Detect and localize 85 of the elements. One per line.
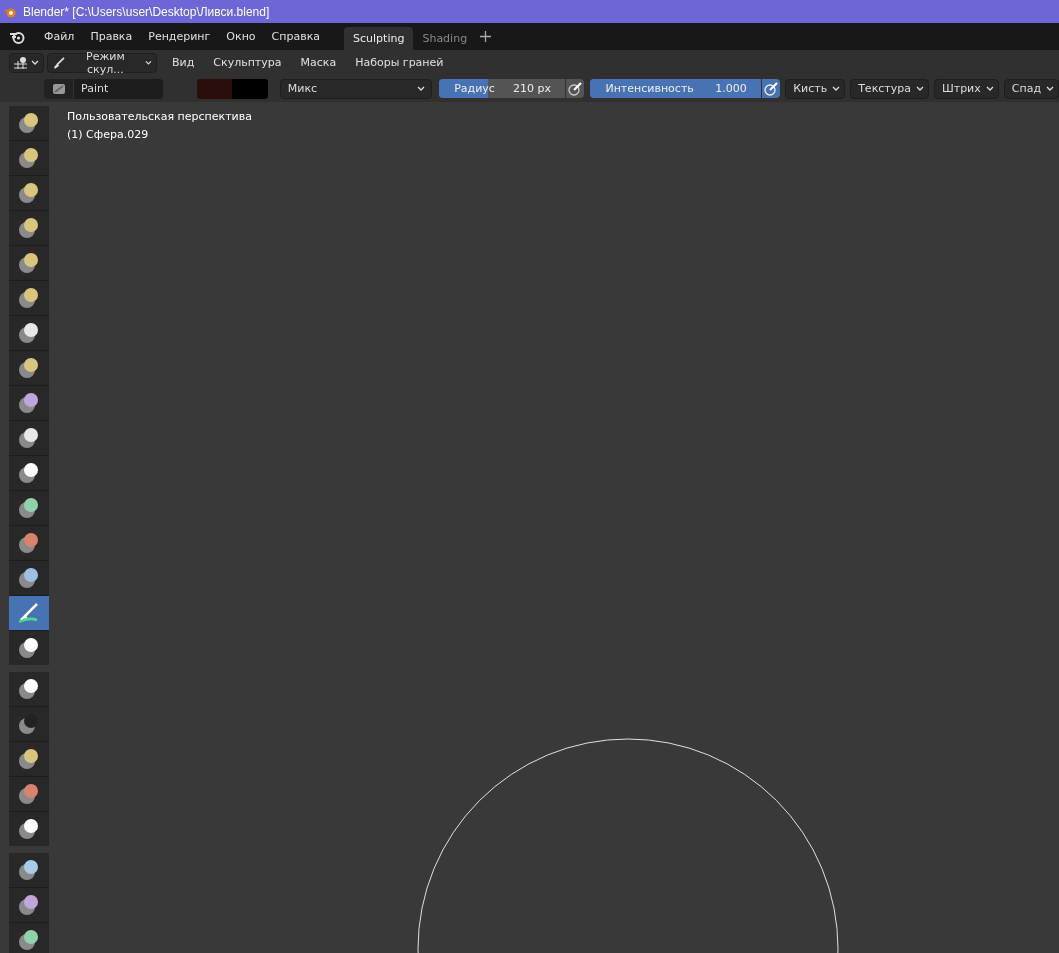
caret-icon: [417, 85, 426, 92]
sculpt-tool-icon: [17, 146, 41, 170]
sculpt-tool-icon: [17, 636, 41, 660]
window-title: Blender* [C:\Users\user\Desktop\Ливси.blend]: [23, 4, 270, 19]
sculpt-tool-icon: [17, 111, 41, 135]
caret-icon: [985, 85, 994, 92]
sculpt-tool-icon: [17, 496, 41, 520]
tool-button[interactable]: [9, 561, 49, 595]
popover-dropdown[interactable]: Кисть: [785, 78, 846, 99]
tool-button[interactable]: [9, 631, 49, 665]
popover-dropdown[interactable]: Текстура: [850, 78, 929, 99]
sculpt-tool-icon: [17, 321, 41, 345]
caret-icon: [145, 59, 152, 66]
sculpt-tool-icon: [17, 782, 41, 806]
sculpt-tool-icon: [17, 858, 41, 882]
sculpt-tool-icon: [17, 601, 41, 625]
strength-slider[interactable]: Интенсивность 1.000: [590, 79, 761, 98]
sculpt-tool-icon: [17, 817, 41, 841]
tool-button[interactable]: [9, 853, 49, 887]
sculpt-tool-icon: [17, 286, 41, 310]
menu-item[interactable]: Скульптура: [205, 56, 290, 69]
popover-dropdown[interactable]: Штрих: [933, 78, 999, 99]
blend-dropdown[interactable]: Микс: [279, 78, 433, 99]
sculpt-tool-icon: [17, 747, 41, 771]
brush-preview-icon: [52, 82, 66, 95]
tool-button[interactable]: [9, 141, 49, 175]
pressure-button[interactable]: [761, 79, 781, 98]
menu-item[interactable]: Рендеринг: [140, 30, 219, 43]
caret-icon: [31, 59, 39, 66]
tool-button[interactable]: [9, 456, 49, 490]
brush-icon: [52, 55, 66, 70]
workspace-tab[interactable]: Shading: [413, 27, 477, 50]
object-name: (1) Сфера.029: [67, 128, 149, 141]
caret-icon: [832, 85, 841, 92]
tool-button[interactable]: [9, 106, 49, 140]
app-logo-icon[interactable]: [9, 29, 25, 44]
caret-icon: [915, 85, 924, 92]
grid-icon: [14, 56, 28, 69]
tool-button[interactable]: [9, 386, 49, 420]
menu-item[interactable]: Окно: [218, 30, 264, 43]
tool-button[interactable]: [9, 211, 49, 245]
sculpt-tool-icon: [17, 928, 41, 952]
sculpt-tool-icon: [17, 251, 41, 275]
tool-button[interactable]: [9, 672, 49, 706]
workspace-tab[interactable]: Sculpting: [344, 27, 414, 50]
sculpt-tool-icon: [17, 893, 41, 917]
tool-button[interactable]: [9, 491, 49, 525]
sculpt-tool-icon: [17, 566, 41, 590]
tool-button[interactable]: [9, 176, 49, 210]
menu-item[interactable]: Маска: [292, 56, 345, 69]
menu-item[interactable]: Справка: [263, 30, 329, 43]
tool-button[interactable]: [9, 742, 49, 776]
tool-button[interactable]: [9, 812, 49, 846]
pen-icon: [568, 81, 583, 96]
tool-button[interactable]: [9, 351, 49, 385]
sculpt-tool-icon: [17, 391, 41, 415]
tool-button[interactable]: [9, 316, 49, 350]
popover-dropdown[interactable]: Спад: [1003, 78, 1059, 99]
caret-icon: [1046, 85, 1054, 92]
tool-button[interactable]: [9, 246, 49, 280]
color-swatches[interactable]: [197, 78, 268, 99]
pen-icon: [764, 81, 779, 96]
menu-item[interactable]: Наборы граней: [347, 56, 452, 69]
sculpt-tool-icon: [17, 712, 41, 736]
editor-type-button[interactable]: [9, 52, 44, 73]
mode-dropdown[interactable]: Режим скул...: [47, 52, 157, 73]
tool-button[interactable]: [9, 888, 49, 922]
sculpt-tool-icon: [17, 461, 41, 485]
sculpt-tool-icon: [17, 677, 41, 701]
sculpt-tool-icon: [17, 426, 41, 450]
sculpt-tool-icon: [17, 216, 41, 240]
menu-item[interactable]: Файл: [36, 30, 83, 43]
menu-item[interactable]: Правка: [82, 30, 141, 43]
tool-button[interactable]: [9, 281, 49, 315]
add-icon[interactable]: [480, 31, 492, 42]
view-name: Пользовательская перспектива: [67, 110, 252, 123]
tool-button[interactable]: [9, 421, 49, 455]
sculpt-tool-icon: [17, 356, 41, 380]
sculpt-tool-icon: [17, 181, 41, 205]
brush-field[interactable]: Paint: [44, 78, 164, 99]
pressure-button[interactable]: [566, 79, 585, 98]
tool-button[interactable]: [9, 923, 49, 953]
menu-item[interactable]: Вид: [164, 56, 203, 69]
sculpt-tool-icon: [17, 531, 41, 555]
radius-slider[interactable]: Радиус 210 px: [439, 79, 566, 98]
